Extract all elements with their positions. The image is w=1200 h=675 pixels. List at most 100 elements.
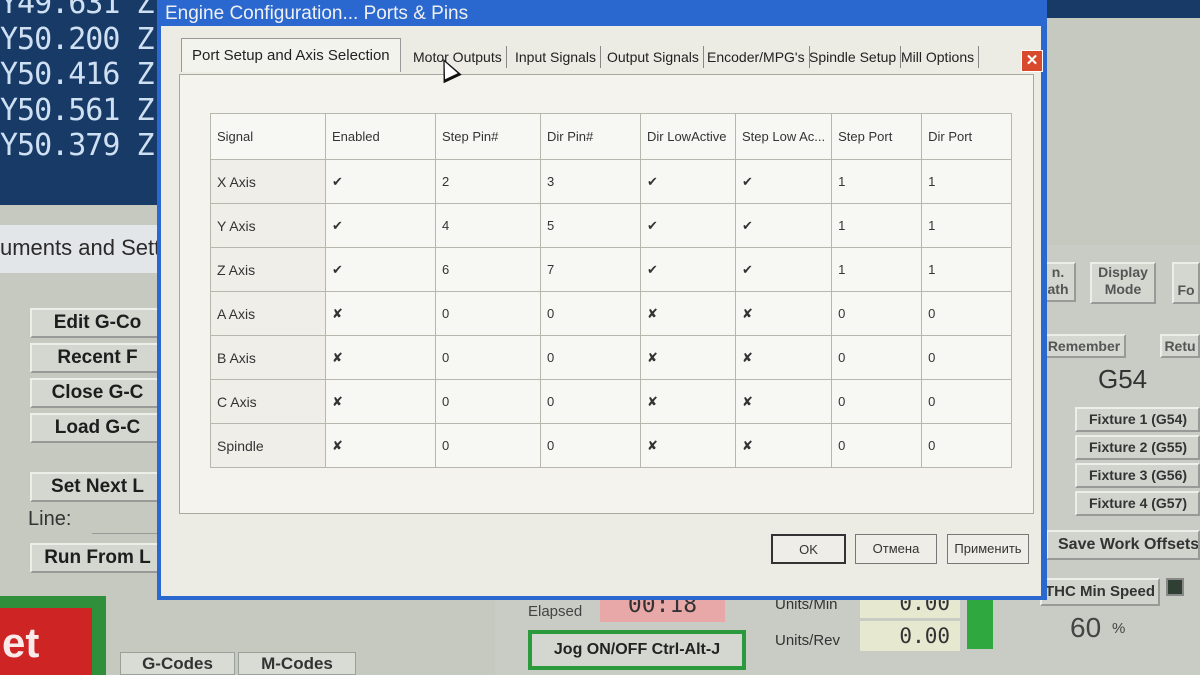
dir-pin-cell[interactable]: 0 xyxy=(540,423,641,468)
x-icon[interactable]: ✘ xyxy=(734,423,833,468)
step-pin-cell[interactable]: 4 xyxy=(435,203,541,248)
elapsed-label: Elapsed xyxy=(528,603,583,620)
tab-input-signals[interactable]: Input Signals xyxy=(511,46,601,68)
step-port-cell[interactable]: 0 xyxy=(831,423,923,468)
tab-port-setup[interactable]: Port Setup and Axis Selection xyxy=(181,38,401,72)
step-port-cell[interactable]: 1 xyxy=(831,159,923,204)
load-gcode-button[interactable]: Load G-C xyxy=(30,413,165,443)
tab-g-codes[interactable]: G-Codes xyxy=(120,652,235,675)
ok-button[interactable]: OK xyxy=(771,534,846,564)
step-pin-cell[interactable]: 0 xyxy=(435,379,541,424)
table-row[interactable]: Z Axis ✔ 6 7 ✔ ✔ 1 1 xyxy=(210,247,1013,292)
recent-file-button[interactable]: Recent F xyxy=(30,343,165,373)
run-from-here-button[interactable]: Run From L xyxy=(30,543,165,573)
reset-button[interactable]: et xyxy=(0,608,92,675)
cancel-button[interactable]: Отмена xyxy=(855,534,937,564)
x-icon[interactable]: ✘ xyxy=(640,423,736,468)
return-button[interactable]: Retu xyxy=(1160,334,1200,358)
table-row[interactable]: B Axis ✘ 0 0 ✘ ✘ 0 0 xyxy=(210,335,1013,380)
x-icon[interactable]: ✘ xyxy=(325,291,436,336)
dir-pin-cell[interactable]: 5 xyxy=(540,203,641,248)
dir-port-cell[interactable]: 0 xyxy=(921,291,1013,336)
signal-cell[interactable]: Y Axis xyxy=(210,203,326,248)
x-icon[interactable]: ✘ xyxy=(734,379,833,424)
dir-pin-cell[interactable]: 0 xyxy=(540,379,641,424)
save-work-offsets-button[interactable]: Save Work Offsets xyxy=(1046,530,1200,560)
x-icon[interactable]: ✘ xyxy=(640,335,736,380)
line-input[interactable] xyxy=(92,508,162,534)
step-port-cell[interactable]: 1 xyxy=(831,203,923,248)
fixture-4-button[interactable]: Fixture 4 (G57) xyxy=(1075,491,1200,516)
x-icon[interactable]: ✘ xyxy=(325,423,436,468)
dir-port-cell[interactable]: 0 xyxy=(921,335,1013,380)
step-pin-cell[interactable]: 2 xyxy=(435,159,541,204)
close-icon[interactable]: ✕ xyxy=(1021,50,1043,72)
fixture-3-button[interactable]: Fixture 3 (G56) xyxy=(1075,463,1200,488)
close-gcode-button[interactable]: Close G-C xyxy=(30,378,165,408)
thc-min-speed-button[interactable]: THC Min Speed xyxy=(1040,578,1160,606)
line-label: Line: xyxy=(28,508,72,530)
table-row[interactable]: C Axis ✘ 0 0 ✘ ✘ 0 0 xyxy=(210,379,1013,424)
check-icon[interactable]: ✔ xyxy=(734,203,833,248)
dir-pin-cell[interactable]: 0 xyxy=(540,335,641,380)
x-icon[interactable]: ✘ xyxy=(734,291,833,336)
signal-cell[interactable]: A Axis xyxy=(210,291,326,336)
tab-motor-outputs[interactable]: Motor Outputs xyxy=(409,46,507,68)
display-mode-button[interactable]: Display Mode xyxy=(1090,262,1156,304)
step-pin-cell[interactable]: 0 xyxy=(435,423,541,468)
x-icon[interactable]: ✘ xyxy=(325,335,436,380)
step-port-cell[interactable]: 0 xyxy=(831,335,923,380)
check-icon[interactable]: ✔ xyxy=(734,159,833,204)
fixture-1-button[interactable]: Fixture 1 (G54) xyxy=(1075,407,1200,432)
jog-toggle-button[interactable]: Jog ON/OFF Ctrl-Alt-J xyxy=(528,630,746,670)
dir-pin-cell[interactable]: 0 xyxy=(540,291,641,336)
step-pin-cell[interactable]: 6 xyxy=(435,247,541,292)
signal-cell[interactable]: B Axis xyxy=(210,335,326,380)
dir-port-cell[interactable]: 1 xyxy=(921,159,1013,204)
check-icon[interactable]: ✔ xyxy=(734,247,833,292)
set-next-line-button[interactable]: Set Next L xyxy=(30,472,165,502)
signal-cell[interactable]: X Axis xyxy=(210,159,326,204)
x-icon[interactable]: ✘ xyxy=(640,379,736,424)
x-icon[interactable]: ✘ xyxy=(640,291,736,336)
step-port-cell[interactable]: 0 xyxy=(831,379,923,424)
step-pin-cell[interactable]: 0 xyxy=(435,291,541,336)
tab-spindle-setup[interactable]: Spindle Setup xyxy=(805,46,902,68)
fo-button[interactable]: Fo xyxy=(1172,262,1200,304)
column-header: Dir LowActive xyxy=(640,113,736,160)
check-icon[interactable]: ✔ xyxy=(325,203,436,248)
tab-m-codes[interactable]: M-Codes xyxy=(238,652,356,675)
dir-port-cell[interactable]: 1 xyxy=(921,247,1013,292)
tab-encoder-mpg[interactable]: Encoder/MPG's xyxy=(703,46,810,68)
edit-gcode-button[interactable]: Edit G-Co xyxy=(30,308,165,338)
apply-button[interactable]: Применить xyxy=(947,534,1029,564)
x-icon[interactable]: ✘ xyxy=(734,335,833,380)
dir-pin-cell[interactable]: 7 xyxy=(540,247,641,292)
step-port-cell[interactable]: 0 xyxy=(831,291,923,336)
table-row[interactable]: X Axis ✔ 2 3 ✔ ✔ 1 1 xyxy=(210,159,1013,204)
dir-port-cell[interactable]: 1 xyxy=(921,203,1013,248)
check-icon[interactable]: ✔ xyxy=(325,159,436,204)
dir-port-cell[interactable]: 0 xyxy=(921,379,1013,424)
remember-button[interactable]: Remember xyxy=(1042,334,1126,358)
table-row[interactable]: A Axis ✘ 0 0 ✘ ✘ 0 0 xyxy=(210,291,1013,336)
step-pin-cell[interactable]: 0 xyxy=(435,335,541,380)
table-row[interactable]: Spindle ✘ 0 0 ✘ ✘ 0 0 xyxy=(210,423,1013,468)
dro-readout: Y49.631 Z- xyxy=(0,0,165,21)
signal-cell[interactable]: C Axis xyxy=(210,379,326,424)
tab-mill-options[interactable]: Mill Options xyxy=(897,46,980,68)
table-row[interactable]: Y Axis ✔ 4 5 ✔ ✔ 1 1 xyxy=(210,203,1013,248)
fixture-2-button[interactable]: Fixture 2 (G55) xyxy=(1075,435,1200,460)
check-icon[interactable]: ✔ xyxy=(325,247,436,292)
tab-output-signals[interactable]: Output Signals xyxy=(603,46,704,68)
x-icon[interactable]: ✘ xyxy=(325,379,436,424)
dir-port-cell[interactable]: 0 xyxy=(921,423,1013,468)
signal-cell[interactable]: Spindle xyxy=(210,423,326,468)
check-icon[interactable]: ✔ xyxy=(640,159,736,204)
current-fixture: G54 xyxy=(1098,364,1148,394)
check-icon[interactable]: ✔ xyxy=(640,203,736,248)
step-port-cell[interactable]: 1 xyxy=(831,247,923,292)
check-icon[interactable]: ✔ xyxy=(640,247,736,292)
signal-cell[interactable]: Z Axis xyxy=(210,247,326,292)
dir-pin-cell[interactable]: 3 xyxy=(540,159,641,204)
